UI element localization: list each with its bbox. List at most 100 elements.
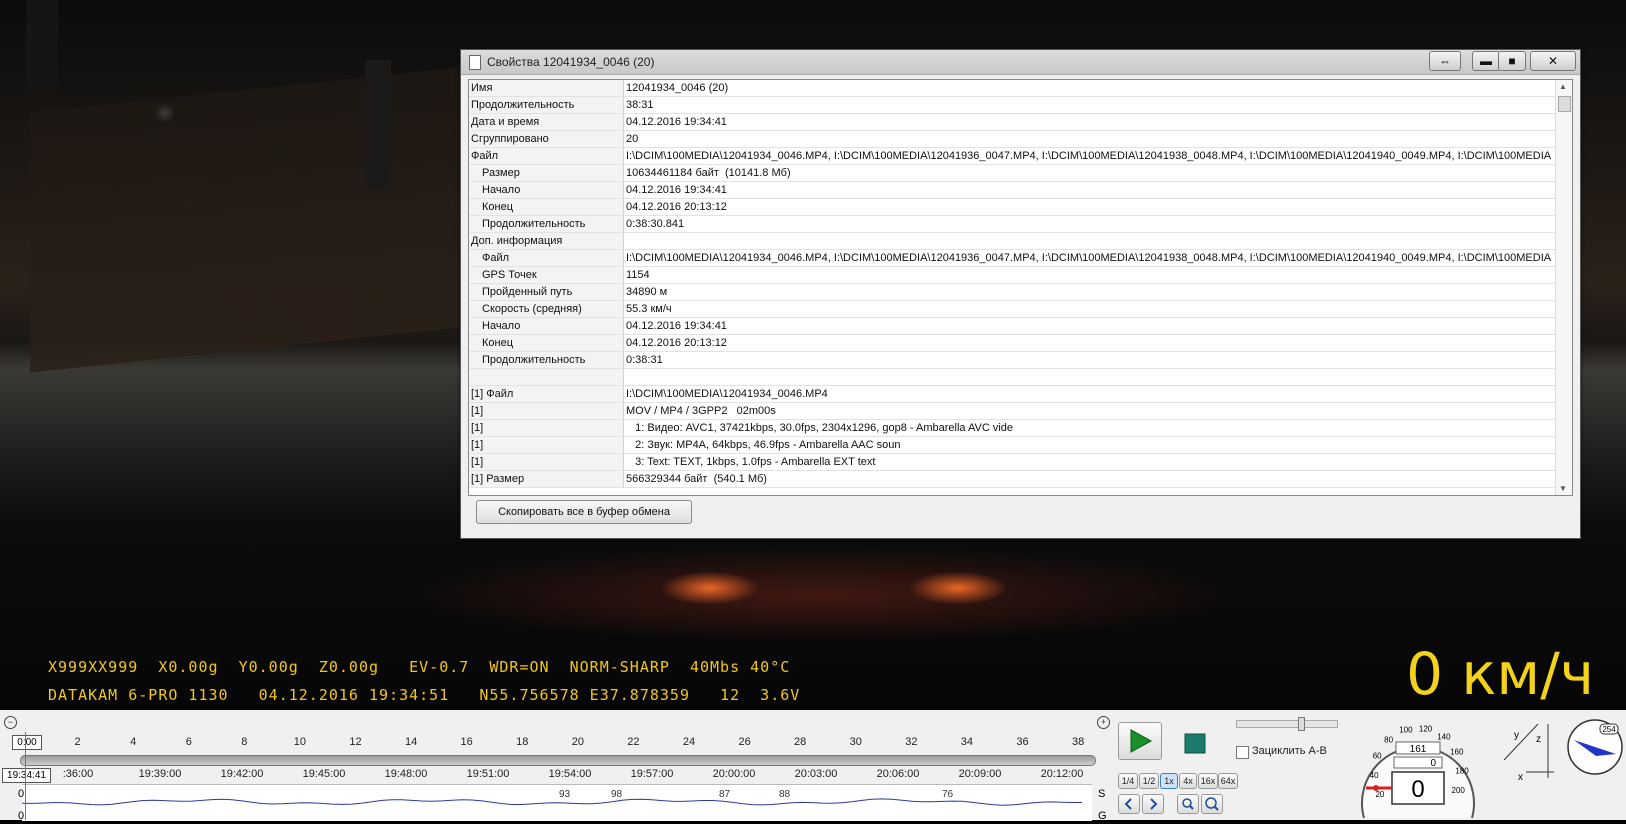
scroll-up-icon[interactable]: ▲ [1559, 82, 1567, 91]
time-tick-label: 19:54:00 [548, 768, 592, 780]
property-key: [1] Размер [469, 470, 624, 488]
property-row[interactable]: [1] 2: Звук: MP4A, 64kbps, 46.9fps - Amb… [469, 436, 1559, 454]
property-key: Конец [469, 334, 624, 352]
axis-z-label: z [1536, 734, 1541, 745]
maximize-button[interactable]: ■ [1498, 51, 1526, 71]
property-row[interactable]: Продолжительность 0:38:31 [469, 351, 1559, 369]
property-row[interactable]: Размер 10634461184 байт (10141.8 Мб) [469, 164, 1559, 182]
minute-tick-label: 14 [404, 736, 418, 748]
resize-button[interactable]: ⇔ [1429, 51, 1461, 71]
minute-tick-label: 4 [130, 736, 137, 748]
property-row[interactable]: [1] 1: Видео: AVC1, 37421kbps, 30.0fps, … [469, 419, 1559, 437]
property-row[interactable]: Скорость (средняя) 55.3 км/ч [469, 300, 1559, 318]
speed-button[interactable]: 1x [1160, 773, 1178, 789]
minute-tick-label: 18 [516, 736, 529, 748]
speed-button[interactable]: 1/4 [1118, 773, 1138, 789]
property-row[interactable]: Продолжительность 0:38:30.841 [469, 215, 1559, 233]
graph-value-label: 88 [779, 789, 791, 800]
minute-tick-label: 34 [960, 736, 974, 748]
property-row[interactable]: Пройденный путь 34890 м [469, 283, 1559, 301]
zoom-in-timeline-icon[interactable]: + [1097, 716, 1110, 729]
zoom-out-button[interactable] [1177, 794, 1199, 814]
property-row[interactable]: Продолжительность 38:31 [469, 96, 1559, 114]
playhead[interactable] [25, 732, 26, 820]
loop-ab-checkbox[interactable] [1236, 746, 1249, 759]
property-key: Продолжительность [469, 351, 624, 369]
timeline[interactable]: − + 0:00 2 4 6 8 10 12 14 16 18 20 22 24 26 28 30 32 34 3… [0, 710, 1110, 822]
graph-s-label: S [1098, 788, 1106, 800]
volume-thumb[interactable] [1298, 717, 1305, 731]
speedometer-tick-label: 40 [1370, 771, 1379, 780]
speed-button[interactable]: 1/2 [1139, 773, 1159, 789]
minute-tick-label: 28 [794, 736, 807, 748]
property-row[interactable]: Доп. информация [469, 232, 1559, 250]
window-title: Свойства 12041934_0046 (20) [487, 55, 655, 69]
property-row[interactable]: GPS Точек 1154 [469, 266, 1559, 284]
window-titlebar[interactable]: Свойства 12041934_0046 (20) ⇔ ▬ ■ ✕ [461, 50, 1580, 75]
minute-tick-label: 32 [905, 736, 918, 748]
minimize-button[interactable]: ▬ [1472, 51, 1500, 71]
property-row[interactable]: Файл I:\DCIM\100MEDIA\12041934_0046.MP4, … [469, 249, 1559, 267]
graph-value-label: 98 [611, 789, 623, 800]
property-row[interactable]: Конец 04.12.2016 20:13:12 [469, 334, 1559, 352]
property-value: 04.12.2016 20:13:12 [623, 198, 1559, 216]
prev-button[interactable] [1118, 794, 1140, 814]
speed-button[interactable]: 16x [1198, 773, 1218, 789]
property-row[interactable] [469, 368, 1559, 386]
property-row[interactable]: [1] MOV / MP4 / 3GPP2 02m00s [469, 402, 1559, 420]
stop-button[interactable] [1178, 728, 1212, 758]
property-key: Продолжительность [469, 96, 624, 114]
close-button[interactable]: ✕ [1530, 51, 1576, 71]
copy-all-button[interactable]: Скопировать все в буфер обмена [476, 500, 692, 524]
property-row[interactable]: Начало 04.12.2016 19:34:41 [469, 181, 1559, 199]
time-tick-label: 20:12:00 [1040, 768, 1084, 780]
speedometer-tick-label: 180 [1455, 767, 1469, 776]
property-row[interactable]: Сгруппировано 20 [469, 130, 1559, 148]
speedometer-tick-label: 60 [1373, 752, 1382, 761]
scroll-thumb[interactable] [1558, 96, 1571, 112]
property-value: I:\DCIM\100MEDIA\12041934_0046.MP4 [623, 385, 1559, 403]
compass-heading: 254 [1602, 725, 1616, 734]
property-key: [1] [469, 419, 624, 437]
sensor-graph[interactable]: 93 98 87 88 76 [21, 784, 1092, 821]
speed-button[interactable]: 64x [1218, 773, 1238, 789]
property-row[interactable]: Дата и время 04.12.2016 19:34:41 [469, 113, 1559, 131]
time-tick-label: 19:57:00 [630, 768, 674, 780]
property-key: Доп. информация [469, 232, 624, 250]
graph-value-label: 76 [942, 789, 954, 800]
property-key: GPS Точек [469, 266, 624, 284]
volume-slider[interactable] [1236, 717, 1338, 731]
next-button[interactable] [1142, 794, 1164, 814]
property-row[interactable]: Имя 12041934_0046 (20) [469, 80, 1559, 97]
play-button[interactable] [1118, 722, 1162, 760]
property-key: Начало [469, 317, 624, 335]
property-value: 04.12.2016 20:13:12 [623, 334, 1559, 352]
properties-grid[interactable]: Имя 12041934_0046 (20) Продолжительность 38… [468, 79, 1573, 496]
minute-tick-label: 22 [627, 736, 640, 748]
property-row[interactable]: Конец 04.12.2016 20:13:12 [469, 198, 1559, 216]
property-row[interactable]: [1] Размер 566329344 байт (540.1 Мб) [469, 470, 1559, 488]
time-tick-label: 20:06:00 [876, 768, 920, 780]
property-row[interactable]: [1] Файл I:\DCIM\100MEDIA\12041934_0046.M… [469, 385, 1559, 403]
property-row[interactable]: Файл I:\DCIM\100MEDIA\12041934_0046.MP4, … [469, 147, 1559, 165]
minute-tick-label: 36 [1016, 736, 1029, 748]
zoom-out-timeline-icon[interactable]: − [4, 716, 17, 729]
speed-button[interactable]: 4x [1179, 773, 1197, 789]
scroll-down-icon[interactable]: ▼ [1559, 484, 1567, 493]
timeline-track[interactable] [20, 755, 1096, 766]
property-value: 34890 м [623, 283, 1559, 301]
zoom-in-button[interactable] [1201, 794, 1223, 814]
building-silhouette [26, 0, 58, 90]
property-row[interactable]: [1] 3: Text: TEXT, 1kbps, 1.0fps - Ambar… [469, 453, 1559, 471]
axis-y-label: y [1514, 730, 1519, 741]
minute-tick-label: 10 [293, 736, 307, 748]
vertical-scrollbar[interactable]: ▲ ▼ [1555, 80, 1572, 495]
graph-zero-label: 0 [18, 788, 25, 800]
property-key: Файл [469, 249, 624, 267]
property-key: [1] [469, 402, 624, 420]
property-row[interactable]: Начало 04.12.2016 19:34:41 [469, 317, 1559, 335]
time-tick-label: 19:45:00 [302, 768, 346, 780]
properties-window: Свойства 12041934_0046 (20) ⇔ ▬ ■ ✕ Имя 1… [460, 49, 1581, 539]
control-panel: − + 0:00 2 4 6 8 10 12 14 16 18 20 22 24 26 28 30 32 34 3… [0, 710, 1626, 822]
chevron-right-icon [1150, 798, 1158, 810]
